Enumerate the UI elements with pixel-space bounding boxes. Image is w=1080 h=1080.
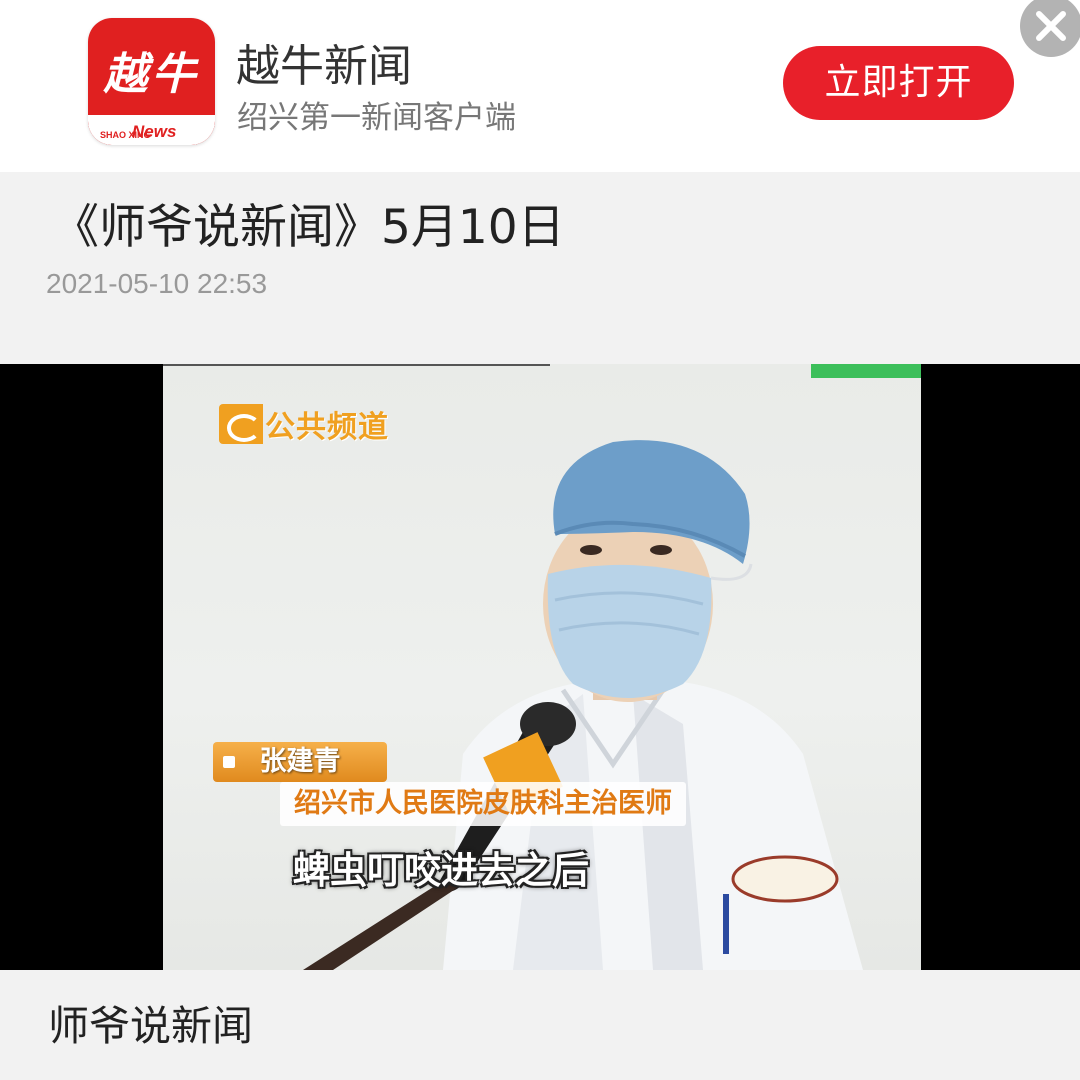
app-logo[interactable]: 越牛 SHAO XING News <box>88 18 215 145</box>
open-app-button[interactable]: 立即打开 <box>783 46 1014 120</box>
person-name: 张建青 <box>259 746 341 777</box>
app-name: 越牛新闻 <box>236 41 412 92</box>
channel-logo: 公共频道 <box>219 404 389 445</box>
app-download-banner: 越牛 SHAO XING News 越牛新闻 绍兴第一新闻客户端 立即打开 <box>0 0 1080 172</box>
video-subtitle: 蜱虫叮咬进去之后 <box>293 849 589 892</box>
person-title: 绍兴市人民医院皮肤科主治医师 <box>280 782 686 826</box>
article-source[interactable]: 师爷说新闻 <box>48 992 253 1052</box>
article-footer: 师爷说新闻 <box>0 970 1080 1080</box>
app-logo-news-text: News <box>132 122 177 141</box>
video-player[interactable]: 公共频道 张建青 绍兴市人民医院皮肤科主治医师 蜱虫叮咬进去之后 <box>0 364 1080 970</box>
article-title: 《师爷说新闻》5月10日 <box>52 200 565 255</box>
close-banner-button[interactable] <box>1020 0 1080 57</box>
name-plate-marker-icon <box>223 756 235 768</box>
channel-logo-icon <box>219 404 263 444</box>
person-name-plate: 张建青 <box>213 742 387 782</box>
app-logo-chars: 越牛 <box>103 49 200 100</box>
app-slogan: 绍兴第一新闻客户端 <box>237 100 516 136</box>
video-frame[interactable]: 公共频道 张建青 绍兴市人民医院皮肤科主治医师 蜱虫叮咬进去之后 <box>163 364 921 970</box>
article-timestamp: 2021-05-10 22:53 <box>46 268 268 299</box>
channel-logo-text: 公共频道 <box>265 410 389 445</box>
close-icon <box>1036 11 1066 41</box>
app-logo-strip: SHAO XING News <box>88 115 215 145</box>
